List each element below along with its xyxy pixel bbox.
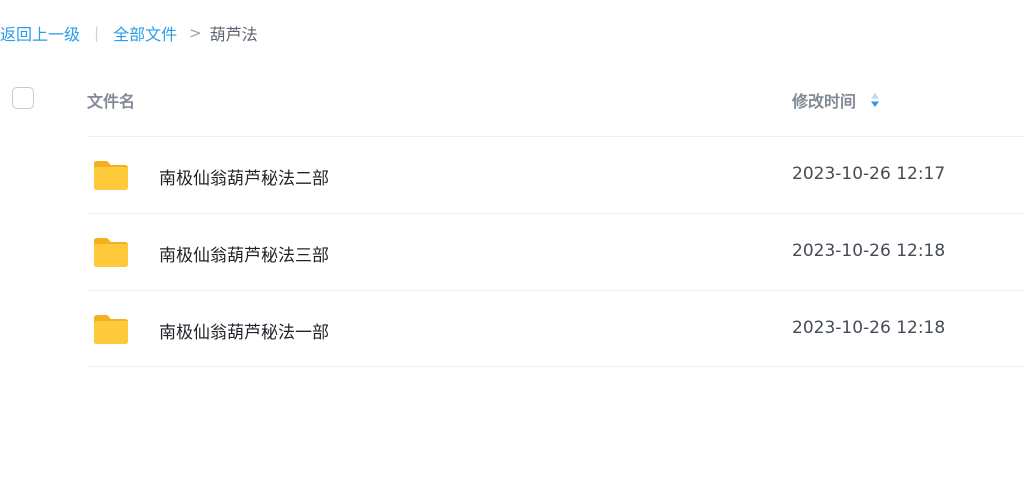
file-row[interactable]: 南极仙翁葫芦秘法三部 2023-10-26 12:18 <box>87 213 1024 290</box>
breadcrumb-divider: | <box>94 24 100 42</box>
file-modified-time: 2023-10-26 12:18 <box>792 318 946 338</box>
file-modified-time: 2023-10-26 12:18 <box>792 241 946 261</box>
sort-icon[interactable] <box>870 92 880 108</box>
file-modified-time: 2023-10-26 12:17 <box>792 164 946 184</box>
file-name[interactable]: 南极仙翁葫芦秘法二部 <box>159 164 329 189</box>
column-header-modified-label: 修改时间 <box>792 92 857 111</box>
column-header-modified[interactable]: 修改时间 <box>792 88 880 112</box>
table-header: 文件名 修改时间 <box>0 64 1024 136</box>
file-row[interactable]: 南极仙翁葫芦秘法二部 2023-10-26 12:17 <box>87 136 1024 213</box>
folder-icon <box>94 315 128 344</box>
file-name[interactable]: 南极仙翁葫芦秘法一部 <box>159 318 329 343</box>
all-files-link[interactable]: 全部文件 <box>113 21 177 45</box>
folder-icon <box>94 161 128 190</box>
breadcrumb-current: 葫芦法 <box>209 25 258 44</box>
select-all-checkbox[interactable] <box>12 87 34 109</box>
back-link[interactable]: 返回上一级 <box>0 21 80 45</box>
breadcrumb-arrow-icon: > <box>189 24 202 42</box>
file-row[interactable]: 南极仙翁葫芦秘法一部 2023-10-26 12:18 <box>87 290 1024 367</box>
folder-icon <box>94 238 128 267</box>
file-browser: 返回上一级 | 全部文件 > 葫芦法 文件名 修改时间 南极仙翁葫芦秘法二部 20… <box>0 0 1024 503</box>
file-name[interactable]: 南极仙翁葫芦秘法三部 <box>159 241 329 266</box>
column-header-name: 文件名 <box>87 92 136 111</box>
breadcrumb: 返回上一级 | 全部文件 > 葫芦法 <box>0 20 258 46</box>
